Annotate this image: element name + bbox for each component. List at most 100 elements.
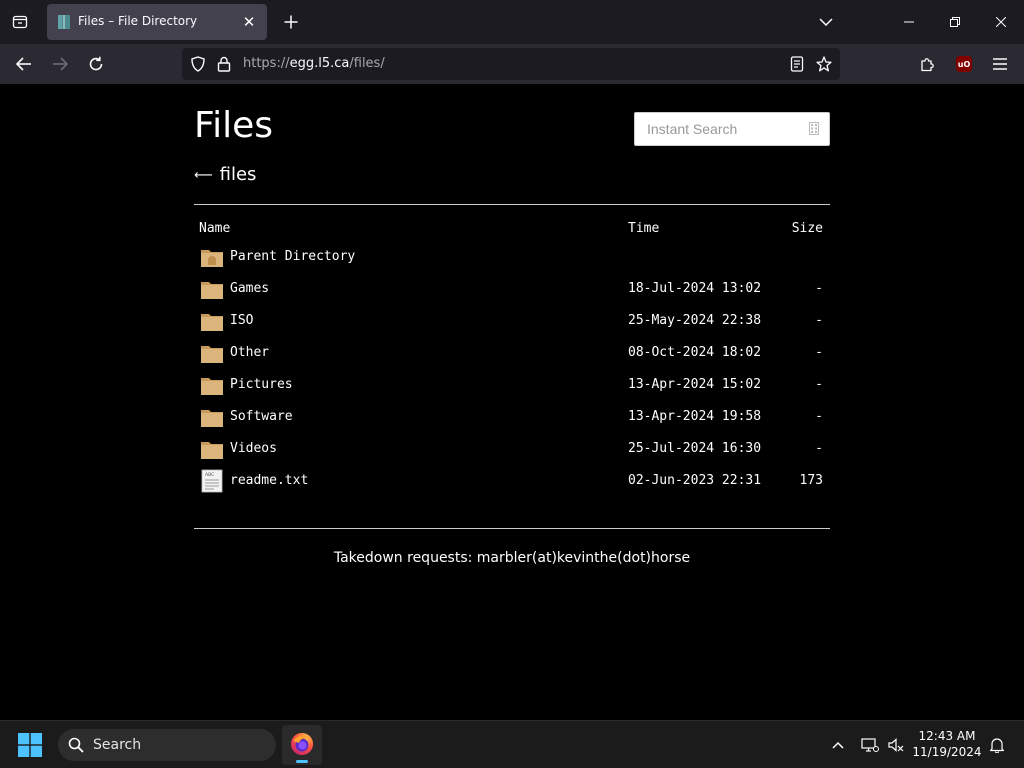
ublock-origin-icon: uO xyxy=(956,56,972,72)
navigation-toolbar: https://egg.l5.ca/files/ uO xyxy=(0,44,1024,84)
reload-icon xyxy=(89,56,103,71)
folder-icon xyxy=(201,314,223,331)
favicon-icon xyxy=(58,15,70,29)
top-divider xyxy=(194,204,830,205)
file-size: - xyxy=(815,441,823,456)
column-header-name[interactable]: Name xyxy=(199,221,230,236)
tracking-protection-shield-icon[interactable] xyxy=(190,56,206,72)
reader-view-button[interactable] xyxy=(787,54,807,74)
clock-date: 11/19/2024 xyxy=(912,745,982,759)
tab-files[interactable]: Files – File Directory ✕ xyxy=(47,4,267,40)
file-name-link[interactable]: Videos xyxy=(230,441,277,456)
reload-button[interactable] xyxy=(82,50,110,78)
bottom-divider xyxy=(194,528,830,529)
bookmark-star-button[interactable] xyxy=(814,54,834,74)
clock-time: 12:43 AM xyxy=(918,729,976,743)
taskbar-clock[interactable]: 12:43 AM 11/19/2024 xyxy=(912,728,982,760)
taskbar-firefox[interactable] xyxy=(282,725,322,765)
address-bar[interactable]: https://egg.l5.ca/files/ xyxy=(182,48,840,80)
url-host: egg.l5.ca xyxy=(289,56,350,71)
folder-icon xyxy=(201,282,223,299)
new-tab-button[interactable] xyxy=(278,9,304,35)
file-name-link[interactable]: Games xyxy=(230,281,269,296)
network-icon xyxy=(861,738,879,752)
table-row-readme[interactable]: ABC readme.txt 02-Jun-2023 22:31 173 xyxy=(194,465,830,497)
close-window-button[interactable] xyxy=(978,0,1024,44)
folder-icon xyxy=(201,378,223,395)
instant-search-input[interactable] xyxy=(635,113,807,145)
firefox-icon xyxy=(291,733,313,755)
file-name-link[interactable]: Software xyxy=(230,409,293,424)
file-name-link[interactable]: readme.txt xyxy=(230,473,308,488)
notifications-button[interactable] xyxy=(985,733,1009,757)
minimize-button[interactable] xyxy=(886,0,932,44)
tab-title: Files – File Directory xyxy=(78,14,198,28)
back-arrow-icon xyxy=(16,57,31,71)
windows-logo-icon xyxy=(18,733,42,757)
text-file-icon: ABC xyxy=(201,469,223,493)
tab-close-icon[interactable]: ✕ xyxy=(239,12,259,32)
file-size: - xyxy=(815,281,823,296)
table-row-iso[interactable]: ISO 25-May-2024 22:38 - xyxy=(194,305,830,337)
table-header: Name Time Size xyxy=(194,216,830,240)
file-time: 13-Apr-2024 19:58 xyxy=(628,409,762,424)
puzzle-icon xyxy=(921,58,934,72)
parent-folder-icon xyxy=(201,250,223,267)
restore-button[interactable] xyxy=(932,0,978,44)
table-row-pictures[interactable]: Pictures 13-Apr-2024 15:02 - xyxy=(194,369,830,401)
file-size: - xyxy=(815,377,823,392)
ublock-origin-button[interactable]: uO xyxy=(950,50,978,78)
file-name-link[interactable]: ISO xyxy=(230,313,253,328)
firefox-view-icon xyxy=(12,15,28,29)
table-row-parent-directory[interactable]: Parent Directory xyxy=(194,241,830,273)
extensions-button[interactable] xyxy=(914,50,942,78)
file-size: - xyxy=(815,345,823,360)
table-row-games[interactable]: Games 18-Jul-2024 13:02 - xyxy=(194,273,830,305)
star-icon xyxy=(816,56,832,72)
column-header-time[interactable]: Time xyxy=(628,221,659,236)
folder-icon xyxy=(201,442,223,459)
bell-icon xyxy=(989,738,1005,753)
url-text[interactable]: https://egg.l5.ca/files/ xyxy=(243,56,385,71)
app-menu-button[interactable] xyxy=(986,50,1014,78)
page-content: Files ⟵ files Name Time Size xyxy=(0,84,1024,720)
breadcrumb-label[interactable]: files xyxy=(220,164,257,185)
file-name-link[interactable]: Other xyxy=(230,345,269,360)
file-name-link[interactable]: Pictures xyxy=(230,377,293,392)
file-size: 173 xyxy=(799,473,823,488)
network-status-button[interactable] xyxy=(858,733,882,757)
file-name-link[interactable]: Parent Directory xyxy=(230,249,355,264)
file-time: 25-May-2024 22:38 xyxy=(628,313,762,328)
active-app-indicator xyxy=(296,760,308,763)
table-row-videos[interactable]: Videos 25-Jul-2024 16:30 - xyxy=(194,433,830,465)
close-icon xyxy=(996,17,1006,27)
back-arrow-icon: ⟵ xyxy=(194,168,213,183)
back-button[interactable] xyxy=(10,50,38,78)
search-field-icon xyxy=(809,122,819,135)
volume-button[interactable] xyxy=(884,733,908,757)
lock-icon[interactable] xyxy=(217,56,231,72)
firefox-view-button[interactable] xyxy=(6,8,34,36)
takedown-notice: Takedown requests: marbler(at)kevinthe(d… xyxy=(333,550,691,566)
chevron-up-icon xyxy=(832,741,844,749)
list-all-tabs-button[interactable] xyxy=(814,10,838,34)
svg-text:ABC: ABC xyxy=(205,472,214,478)
instant-search-box[interactable] xyxy=(634,112,830,146)
windows-taskbar: Search 12:43 AM 11/19/2024 xyxy=(0,720,1024,768)
file-size: - xyxy=(815,409,823,424)
speaker-muted-icon xyxy=(888,738,904,752)
taskbar-search[interactable]: Search xyxy=(58,729,276,761)
file-time: 25-Jul-2024 16:30 xyxy=(628,441,762,456)
forward-arrow-icon xyxy=(53,57,68,71)
forward-button[interactable] xyxy=(46,50,74,78)
show-hidden-icons-button[interactable] xyxy=(826,733,850,757)
table-row-other[interactable]: Other 08-Oct-2024 18:02 - xyxy=(194,337,830,369)
url-path: /files/ xyxy=(349,56,385,71)
table-row-software[interactable]: Software 13-Apr-2024 19:58 - xyxy=(194,401,830,433)
breadcrumb[interactable]: ⟵ files xyxy=(194,164,256,185)
column-header-size[interactable]: Size xyxy=(792,221,823,236)
file-time: 18-Jul-2024 13:02 xyxy=(628,281,762,296)
page-title: Files xyxy=(194,105,273,146)
folder-icon xyxy=(201,346,223,363)
start-button[interactable] xyxy=(16,731,44,759)
